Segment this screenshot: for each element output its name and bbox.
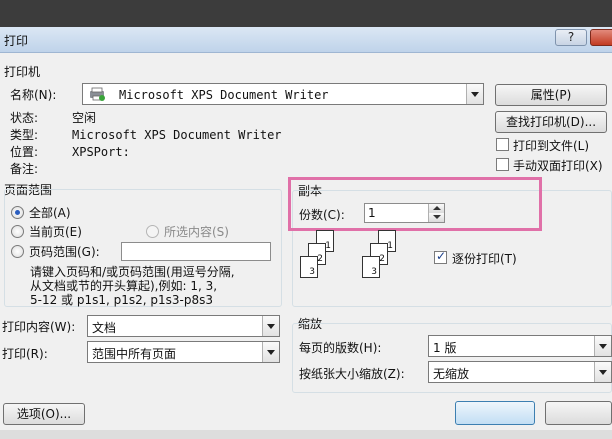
close-button[interactable] (590, 29, 612, 46)
help-button[interactable]: ? (555, 29, 587, 46)
pages-per-sheet-select[interactable]: 1 版 (428, 335, 612, 357)
print-to-file-checkbox[interactable] (496, 138, 509, 151)
chevron-down-icon[interactable] (262, 342, 279, 362)
page-range-current-label: 当前页(E) (29, 225, 82, 239)
chevron-down-icon[interactable] (594, 336, 611, 356)
find-printer-button[interactable]: 查找打印机(D)... (495, 111, 607, 133)
status-label: 状态: (10, 111, 39, 125)
page-range-input[interactable] (121, 242, 271, 261)
top-dark-bar (0, 0, 612, 27)
printer-icon (88, 87, 106, 101)
print-select[interactable]: 范围中所有页面 (87, 341, 280, 363)
collate-label: 逐份打印(T) (452, 252, 517, 266)
bottom-strip (0, 430, 612, 439)
pages-per-sheet-label: 每页的版数(H): (299, 341, 382, 355)
page-range-selection-radio[interactable] (146, 225, 159, 238)
print-value: 范围中所有页面 (92, 347, 177, 361)
print-dialog: 打印机 名称(N): Microsoft XPS Document Writer… (0, 53, 612, 439)
manual-duplex-label: 手动双面打印(X) (513, 159, 603, 173)
page-range-selection-label: 所选内容(S) (164, 225, 229, 239)
page-range-hint-line3: 5-12 或 p1s1, p1s2, p1s3-p8s3 (30, 293, 214, 307)
location-value: XPSPort: (72, 145, 130, 159)
properties-button[interactable]: 属性(P) (495, 84, 607, 106)
chevron-down-icon[interactable] (262, 316, 279, 336)
scale-to-paper-select[interactable]: 无缩放 (428, 361, 612, 383)
collate-checkbox[interactable] (434, 249, 447, 264)
print-content-select[interactable]: 文档 (87, 315, 280, 337)
collate-illustration-1: 1 2 3 (300, 230, 348, 280)
page-range-current-radio[interactable] (11, 225, 24, 238)
title-bar: 打印 ? (0, 27, 612, 53)
printer-group-label: 打印机 (4, 65, 41, 79)
print-content-label: 打印内容(W): (2, 320, 76, 334)
window-title: 打印 (4, 34, 29, 48)
page-range-pages-label: 页码范围(G): (29, 245, 100, 259)
manual-duplex-checkbox[interactable] (496, 158, 509, 171)
chevron-down-icon[interactable] (466, 84, 483, 104)
page-range-pages-radio[interactable] (11, 245, 24, 258)
page-icon: 3 (300, 256, 318, 278)
page-range-all-label: 全部(A) (29, 206, 71, 220)
printer-name-value: Microsoft XPS Document Writer (119, 88, 329, 102)
print-content-value: 文档 (92, 321, 117, 335)
print-label: 打印(R): (2, 347, 48, 361)
options-button[interactable]: 选项(O)... (3, 403, 85, 425)
page-icon: 3 (362, 256, 380, 278)
comment-label: 备注: (10, 162, 39, 176)
scale-to-paper-value: 无缩放 (433, 367, 470, 381)
page-range-all-radio[interactable] (11, 206, 24, 219)
type-label: 类型: (10, 128, 39, 142)
printer-name-select[interactable]: Microsoft XPS Document Writer (82, 83, 484, 105)
cancel-button[interactable] (545, 401, 612, 425)
location-label: 位置: (10, 145, 39, 159)
type-value: Microsoft XPS Document Writer (72, 128, 282, 142)
print-to-file-label: 打印到文件(L) (513, 139, 590, 153)
copies-highlight-box (288, 177, 542, 231)
scale-to-paper-label: 按纸张大小缩放(Z): (299, 367, 405, 381)
ok-button[interactable] (455, 401, 535, 425)
pages-per-sheet-value: 1 版 (433, 341, 457, 355)
chevron-down-icon[interactable] (594, 362, 611, 382)
collate-illustration-2: 1 2 3 (362, 230, 410, 280)
status-value: 空闲 (72, 111, 97, 125)
printer-name-label: 名称(N): (10, 88, 57, 102)
